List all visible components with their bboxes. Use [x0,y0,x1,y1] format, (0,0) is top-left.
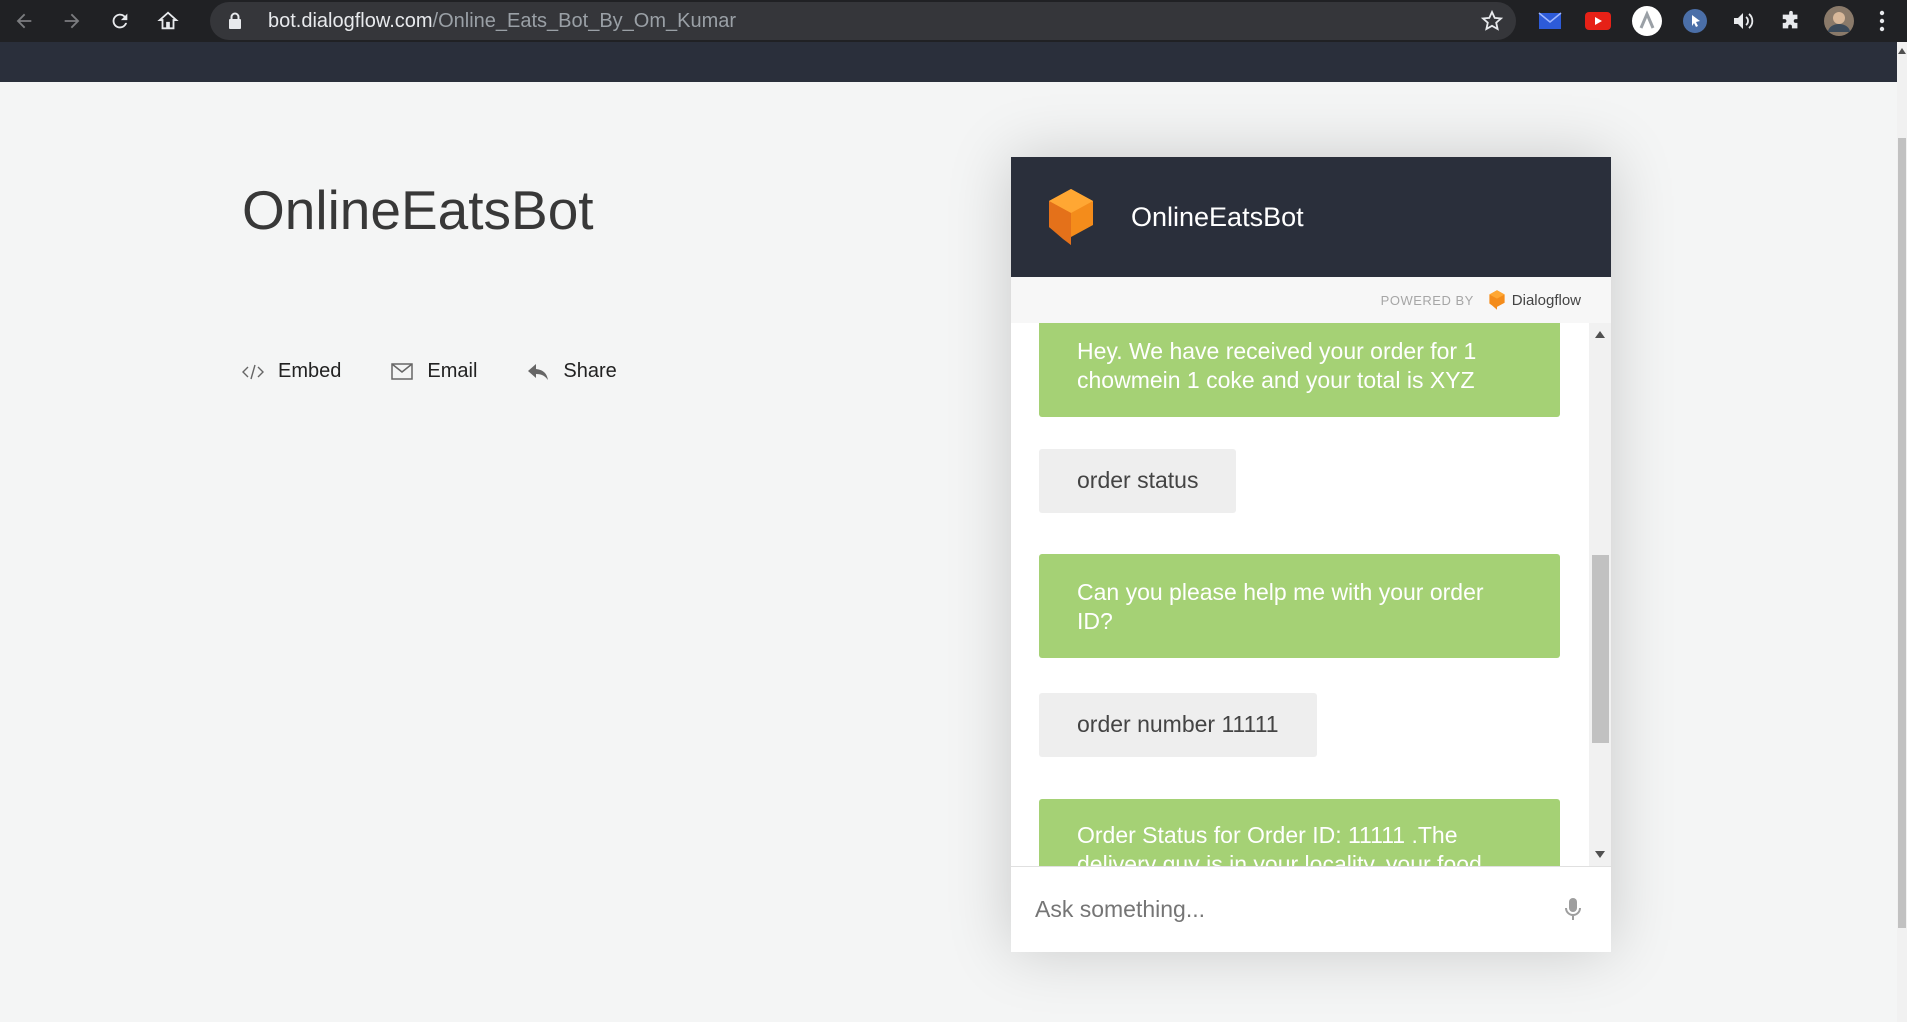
email-label: Email [427,360,478,382]
scroll-up-arrow-icon[interactable] [1898,48,1906,54]
chat-widget: OnlineEatsBot POWERED BY Dialogflow Hey.… [1011,157,1611,952]
chat-input[interactable] [1033,895,1537,924]
user-message: order status [1039,449,1237,513]
dialogflow-brand-label: Dialogflow [1511,291,1581,309]
chat-scrollbar-thumb[interactable] [1592,555,1609,743]
chat-input-bar [1011,866,1611,952]
arrow-right-icon [64,13,80,29]
dialogflow-brand[interactable]: Dialogflow [1488,289,1581,311]
forward-button[interactable] [48,0,96,42]
audio-extension-icon[interactable] [1728,6,1758,36]
youtube-extension-icon[interactable] [1583,6,1613,36]
chat-bot-name: OnlineEatsBot [1131,201,1304,232]
share-button[interactable]: Share [527,360,617,383]
chat-messages: Hey. We have received your order for 1 c… [1011,323,1589,866]
bot-message: Can you please help me with your order I… [1039,554,1560,658]
url-text: bot.dialogflow.com/Online_Eats_Bot_By_Om… [268,10,736,33]
user-message: order number 11111 [1039,693,1317,757]
reload-button[interactable] [96,0,144,42]
lock-icon [228,12,248,30]
reload-icon [112,13,128,29]
embed-button[interactable]: Embed [242,360,341,383]
dialogflow-small-logo-icon [1489,290,1505,310]
mail-icon [391,363,414,380]
powered-by-bar: POWERED BY Dialogflow [1011,277,1611,323]
home-icon [157,11,179,30]
chat-header: OnlineEatsBot [1011,157,1611,277]
reply-icon [527,363,549,381]
chat-scroll-up-arrow-icon[interactable] [1595,331,1605,338]
home-button[interactable] [144,0,192,42]
share-actions: Embed Email Share [242,360,667,383]
menu-kebab-icon[interactable] [1872,6,1892,36]
dialogflow-logo-icon [1049,189,1093,245]
code-icon [242,364,264,380]
bookmark-star-icon[interactable] [1480,9,1504,38]
email-button[interactable]: Email [391,360,477,383]
page-title: OnlineEatsBot [242,179,594,241]
page-scrollbar-thumb[interactable] [1898,138,1906,928]
bot-message: Hey. We have received your order for 1 c… [1039,323,1560,417]
url-host: bot.dialogflow.com [268,9,433,32]
puzzle-extensions-icon[interactable] [1776,6,1806,36]
bot-message: Order Status for Order ID: 11111 .The de… [1039,799,1560,866]
chat-scrollbar[interactable] [1589,323,1611,866]
page-scrollbar[interactable] [1897,42,1907,1022]
profile-extension-icon[interactable] [1632,6,1662,36]
embed-label: Embed [278,360,342,382]
powered-by-label: POWERED BY [1380,292,1474,308]
arrow-left-icon [16,13,32,29]
share-label: Share [563,360,617,382]
browser-toolbar: bot.dialogflow.com/Online_Eats_Bot_By_Om… [0,0,1907,42]
chat-scroll-down-arrow-icon[interactable] [1595,851,1605,858]
avatar[interactable] [1824,6,1854,36]
address-bar[interactable]: bot.dialogflow.com/Online_Eats_Bot_By_Om… [210,2,1516,40]
top-app-bar [0,42,1897,82]
cursor-extension-icon[interactable] [1680,6,1710,36]
url-path: /Online_Eats_Bot_By_Om_Kumar [432,9,737,32]
mail-extension-icon[interactable] [1535,6,1565,36]
back-button[interactable] [0,0,48,42]
microphone-icon[interactable] [1565,897,1581,926]
